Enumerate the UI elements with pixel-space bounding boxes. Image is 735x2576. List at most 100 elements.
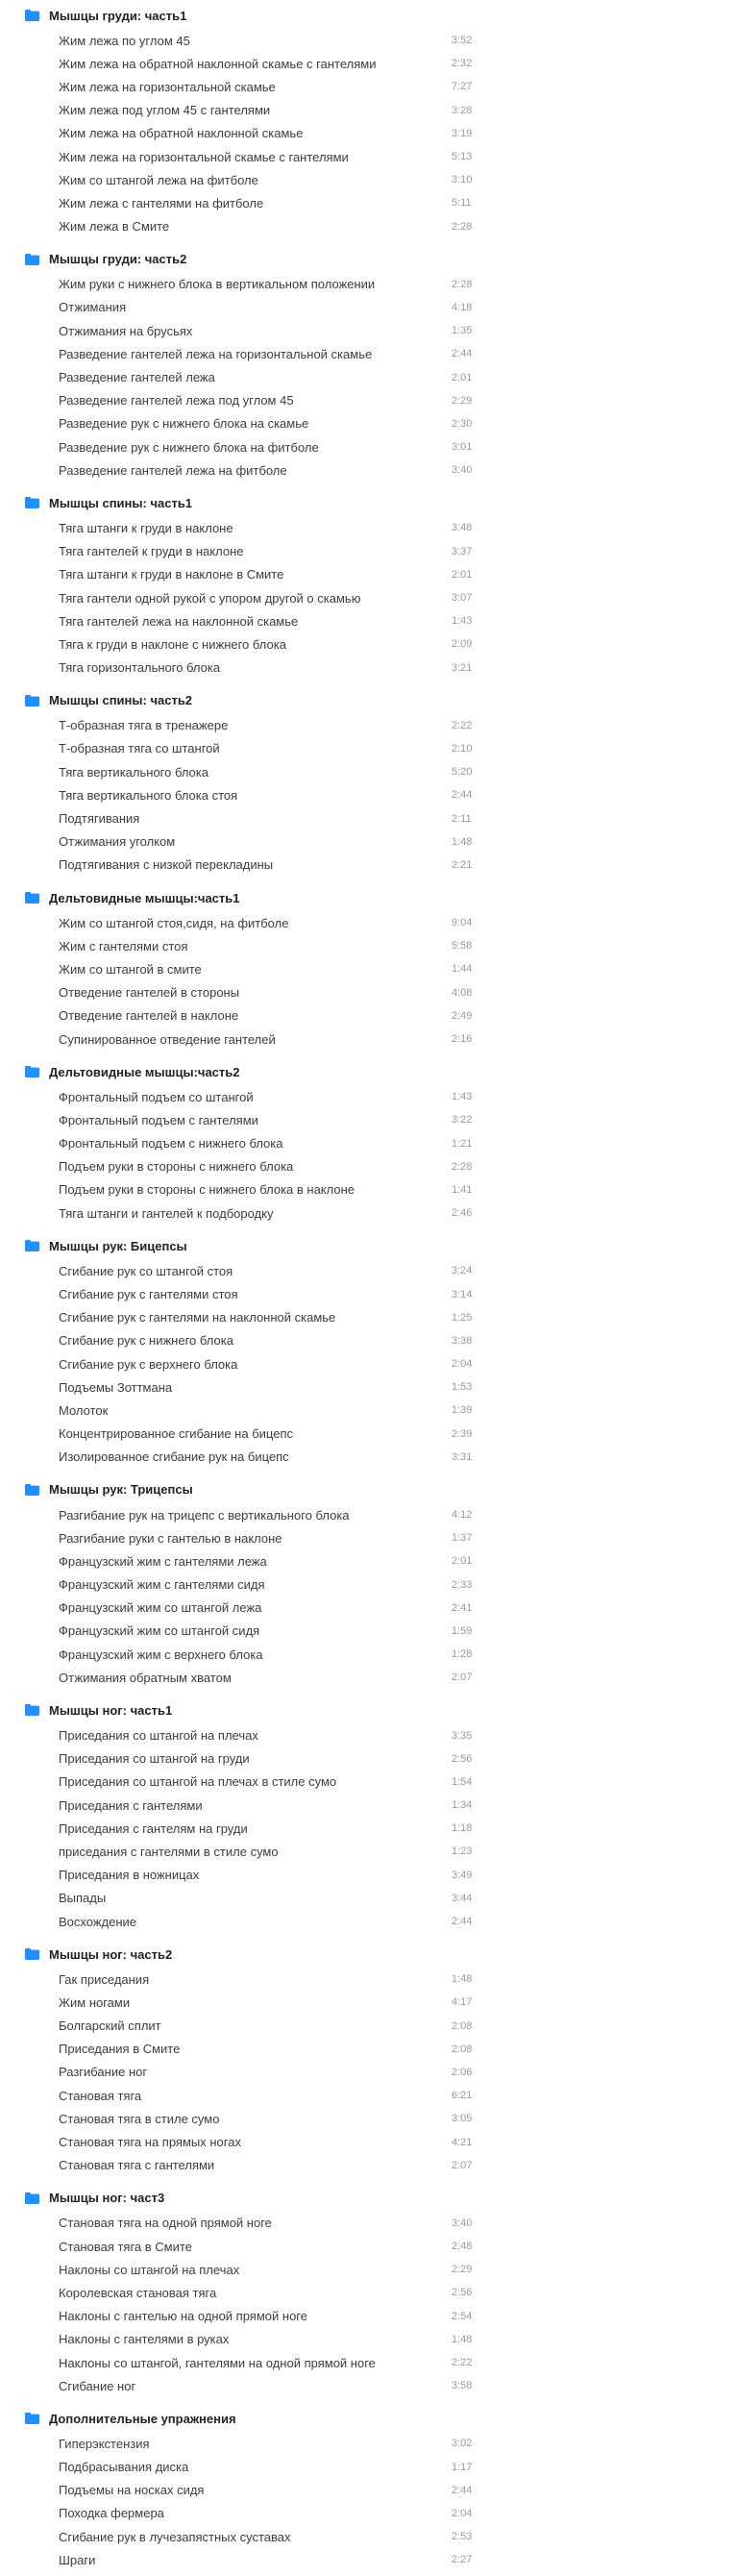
video-title[interactable]: Тяга к груди в наклоне с нижнего блока	[59, 637, 452, 652]
video-title[interactable]: Тяга вертикального блока	[59, 765, 452, 780]
video-title[interactable]: Разведение рук с нижнего блока на фитбол…	[59, 440, 452, 455]
video-title[interactable]: Фронтальный подъем с нижнего блока	[59, 1136, 452, 1151]
video-title[interactable]: Шраги	[59, 2553, 452, 2567]
video-title[interactable]: Приседания со штангой на плечах в стиле …	[59, 1774, 452, 1789]
video-title[interactable]: Приседания со штангой на плечах	[59, 1728, 452, 1743]
video-item[interactable]: Французский жим с верхнего блока 1:28	[0, 1643, 735, 1666]
video-item[interactable]: Шраги 2:27	[0, 2548, 735, 2571]
video-title[interactable]: Тяга гантели одной рукой с упором другой…	[59, 591, 452, 606]
video-title[interactable]: Разведение гантелей лежа на горизонтальн…	[59, 347, 452, 361]
video-title[interactable]: Приседания с гантелям на груди	[59, 1821, 452, 1836]
video-title[interactable]: Французский жим с гантелями лежа	[59, 1554, 452, 1569]
video-item[interactable]: Отжимания на брусьях 1:35	[0, 319, 735, 342]
video-item[interactable]: Подъемы Зоттмана 1:53	[0, 1375, 735, 1399]
video-item[interactable]: Сгибание ног 3:58	[0, 2374, 735, 2397]
video-title[interactable]: Жим лежа по углом 45	[59, 34, 452, 48]
video-item[interactable]: Приседания со штангой на плечах 3:35	[0, 1723, 735, 1746]
video-item[interactable]: Приседания со штангой на груди 2:56	[0, 1747, 735, 1771]
video-item[interactable]: Выпады 3:44	[0, 1887, 735, 1910]
video-item[interactable]: Жим лежа под углом 45 с гантелями 3:28	[0, 99, 735, 122]
video-item[interactable]: Фронтальный подъем с нижнего блока 1:21	[0, 1132, 735, 1155]
video-item[interactable]: Супинированное отведение гантелей 2:16	[0, 1028, 735, 1051]
video-item[interactable]: Восхождение 2:44	[0, 1910, 735, 1933]
video-item[interactable]: Фронтальный подъем с гантелями 3:22	[0, 1108, 735, 1131]
video-title[interactable]: Подъем руки в стороны с нижнего блока	[59, 1159, 452, 1174]
video-item[interactable]: Становая тяга в стиле сумо 3:05	[0, 2107, 735, 2130]
video-title[interactable]: Становая тяга на прямых ногах	[59, 2135, 452, 2149]
video-title[interactable]: Тяга горизонтального блока	[59, 660, 452, 675]
video-title[interactable]: Отжимания обратным хватом	[59, 1671, 452, 1685]
video-item[interactable]: Жим лежа в Смите 2:28	[0, 215, 735, 238]
video-item[interactable]: Разведение рук с нижнего блока на скамье…	[0, 412, 735, 435]
video-title[interactable]: Отведение гантелей в стороны	[59, 985, 452, 1000]
video-title[interactable]: Подтягивания	[59, 811, 452, 826]
video-item[interactable]: Отжимания 4:18	[0, 296, 735, 319]
video-title[interactable]: Сгибание рук с гантелями на наклонной ск…	[59, 1310, 452, 1325]
video-item[interactable]: Тяга штанги к груди в наклоне в Смите 2:0…	[0, 563, 735, 586]
video-item[interactable]: Наклоны со штангой на плечах 2:29	[0, 2258, 735, 2281]
video-item[interactable]: Разгибание рук на трицепс с вертикальног…	[0, 1503, 735, 1526]
video-item[interactable]: Становая тяга 6:21	[0, 2084, 735, 2107]
section-header[interactable]: Мышцы ног: часть1	[0, 1700, 735, 1720]
video-item[interactable]: Сгибание рук с нижнего блока 3:38	[0, 1329, 735, 1352]
video-title[interactable]: Французский жим со штангой лежа	[59, 1600, 452, 1615]
video-item[interactable]: Жим лежа на обратной наклонной скамье с …	[0, 52, 735, 75]
video-item[interactable]: Наклоны с гантелями в руках 1:48	[0, 2328, 735, 2351]
video-title[interactable]: Тяга штанги и гантелей к подбородку	[59, 1206, 452, 1221]
section-header[interactable]: Мышцы рук: Трицепсы	[0, 1480, 735, 1499]
video-title[interactable]: Походка фермера	[59, 2506, 452, 2520]
video-title[interactable]: Разгибание рук на трицепс с вертикальног…	[59, 1508, 452, 1523]
video-title[interactable]: Гиперэкстензия	[59, 2437, 452, 2451]
video-item[interactable]: Становая тяга в Смите 2:48	[0, 2235, 735, 2258]
video-title[interactable]: Разведение гантелей лежа на фитболе	[59, 463, 452, 478]
video-title[interactable]: Королевская становая тяга	[59, 2286, 452, 2300]
video-item[interactable]: Приседания в ножницах 3:49	[0, 1864, 735, 1887]
video-title[interactable]: Сгибание ног	[59, 2379, 452, 2393]
video-title[interactable]: Подъем руки в стороны с нижнего блока в …	[59, 1182, 452, 1197]
video-item[interactable]: Приседания в Смите 2:08	[0, 2038, 735, 2061]
video-title[interactable]: Сгибание рук в лучезапястных суставах	[59, 2530, 452, 2544]
section-header[interactable]: Мышцы спины: часть2	[0, 691, 735, 710]
video-title[interactable]: Становая тяга в Смите	[59, 2240, 452, 2254]
video-title[interactable]: Тяга штанги к груди в наклоне	[59, 521, 452, 535]
video-item[interactable]: Тяга гантелей лежа на наклонной скамье 1:…	[0, 609, 735, 632]
video-item[interactable]: Отжимания обратным хватом 2:07	[0, 1666, 735, 1689]
video-item[interactable]: Подъемы на носках сидя 2:44	[0, 2479, 735, 2502]
video-item[interactable]: Фронтальный подъем со штангой 1:43	[0, 1085, 735, 1108]
video-item[interactable]: Королевская становая тяга 2:56	[0, 2281, 735, 2304]
video-title[interactable]: Разведение гантелей лежа под углом 45	[59, 393, 452, 408]
video-title[interactable]: Жим лежа с гантелями на фитболе	[59, 196, 452, 211]
video-title[interactable]: Сгибание рук со штангой стоя	[59, 1264, 452, 1278]
video-title[interactable]: Тяга штанги к груди в наклоне в Смите	[59, 567, 452, 582]
video-item[interactable]: Сгибание рук со штангой стоя 3:24	[0, 1259, 735, 1282]
video-item[interactable]: Концентрированное сгибание на бицепс 2:39	[0, 1423, 735, 1446]
video-item[interactable]: Отведение гантелей в стороны 4:08	[0, 981, 735, 1004]
video-title[interactable]: Отжимания уголком	[59, 834, 452, 849]
video-item[interactable]: Сгибание рук с верхнего блока 2:04	[0, 1352, 735, 1375]
video-item[interactable]: Становая тяга с гантелями 2:07	[0, 2154, 735, 2177]
section-header[interactable]: Мышцы спины: часть1	[0, 493, 735, 512]
video-title[interactable]: Выпады	[59, 1891, 452, 1905]
video-item[interactable]: Наклоны с гантелью на одной прямой ноге 2…	[0, 2305, 735, 2328]
section-header[interactable]: Дополнительные упражнения	[0, 2409, 735, 2428]
video-item[interactable]: Отжимания уголком 1:48	[0, 830, 735, 854]
video-title[interactable]: Жим лежа на горизонтальной скамье	[59, 80, 452, 94]
video-item[interactable]: Жим со штангой в смите 1:44	[0, 957, 735, 980]
video-title[interactable]: Сгибание рук с гантелями стоя	[59, 1287, 452, 1301]
video-item[interactable]: Французский жим с гантелями сидя 2:33	[0, 1573, 735, 1597]
video-item[interactable]: Т-образная тяга в тренажере 2:22	[0, 714, 735, 737]
video-title[interactable]: Жим лежа на обратной наклонной скамье с …	[59, 57, 452, 71]
video-item[interactable]: Разведение гантелей лежа 2:01	[0, 365, 735, 388]
video-item[interactable]: Молоток 1:39	[0, 1399, 735, 1422]
video-title[interactable]: Разгибание руки с гантелью в наклоне	[59, 1531, 452, 1546]
video-item[interactable]: Жим со штангой лежа на фитболе 3:10	[0, 168, 735, 191]
video-item[interactable]: Гиперэкстензия 3:02	[0, 2432, 735, 2455]
video-title[interactable]: Жим руки с нижнего блока в вертикальном …	[59, 277, 452, 291]
video-item[interactable]: Наклоны со штангой, гантелями на одной п…	[0, 2351, 735, 2374]
video-title[interactable]: Французский жим с верхнего блока	[59, 1647, 452, 1662]
video-item[interactable]: Тяга штанги к груди в наклоне 3:48	[0, 516, 735, 539]
video-title[interactable]: Французский жим со штангой сидя	[59, 1623, 452, 1638]
video-item[interactable]: Тяга к груди в наклоне с нижнего блока 2:…	[0, 632, 735, 656]
section-header[interactable]: Мышцы груди: часть1	[0, 6, 735, 25]
video-title[interactable]: Фронтальный подъем со штангой	[59, 1090, 452, 1104]
